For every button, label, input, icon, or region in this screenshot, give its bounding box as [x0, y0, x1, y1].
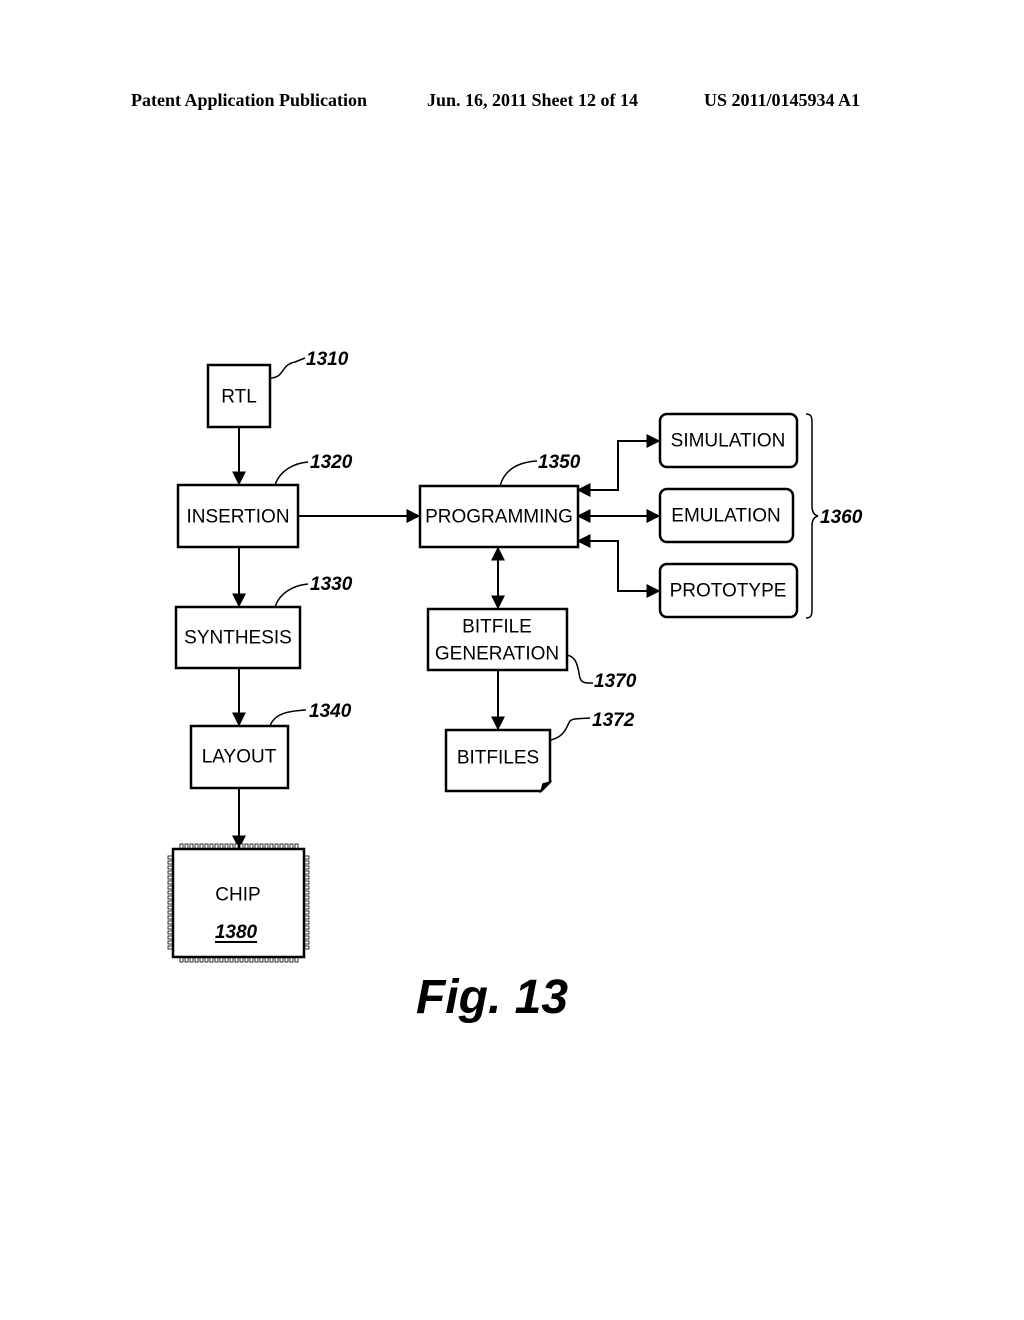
node-emulation-label: EMULATION	[671, 506, 780, 527]
ref-1370: 1370	[594, 671, 637, 692]
ref-1310: 1310	[306, 349, 349, 370]
node-layout-label: LAYOUT	[202, 747, 277, 768]
node-rtl-label: RTL	[221, 387, 257, 408]
node-synthesis-label: SYNTHESIS	[184, 628, 292, 649]
leader-1320	[274, 461, 309, 486]
node-prototype-label: PROTOTYPE	[670, 581, 787, 602]
node-rtl: RTL 1310	[206, 349, 349, 429]
ref-1350: 1350	[538, 452, 581, 473]
group-1360: 1360	[805, 413, 863, 619]
ref-1380: 1380	[215, 922, 258, 943]
node-bitfiles: BITFILES 1372	[444, 710, 635, 794]
leader-1340	[269, 709, 307, 727]
ref-1372: 1372	[592, 710, 635, 731]
flow-diagram: RTL 1310 INSERTION 1320 SYNTHESIS 1330 L…	[167, 349, 863, 1024]
node-bitfile-generation: BITFILE GENERATION 1370	[426, 607, 637, 692]
leader-1350	[499, 460, 538, 487]
ref-1320: 1320	[310, 452, 353, 473]
ref-1340: 1340	[309, 701, 352, 722]
node-simulation: SIMULATION	[658, 412, 799, 469]
node-chip-label: CHIP	[215, 885, 260, 906]
leader-1372	[550, 717, 591, 741]
node-programming-label: PROGRAMMING	[425, 507, 573, 528]
leader-1370	[566, 654, 594, 684]
node-bitfiles-label: BITFILES	[457, 748, 539, 769]
node-prototype: PROTOTYPE	[658, 562, 799, 619]
node-insertion: INSERTION 1320	[176, 452, 353, 549]
figure-caption: Fig. 13	[416, 971, 568, 1024]
brace	[805, 413, 819, 619]
edge-programming-prototype	[576, 534, 661, 598]
node-programming: PROGRAMMING 1350	[418, 452, 581, 549]
node-layout: LAYOUT 1340	[189, 701, 352, 790]
ref-1360: 1360	[820, 507, 863, 528]
node-bitfile-generation-label-1: BITFILE	[462, 617, 532, 638]
node-emulation: EMULATION	[658, 487, 795, 544]
node-insertion-label: INSERTION	[186, 507, 289, 528]
node-synthesis: SYNTHESIS 1330	[174, 574, 353, 670]
leader-1330	[274, 583, 309, 608]
node-simulation-label: SIMULATION	[671, 431, 786, 452]
leader-1310	[269, 357, 306, 379]
ref-1330: 1330	[310, 574, 353, 595]
edge-programming-simulation	[576, 434, 661, 497]
node-chip: CHIP 1380	[167, 843, 310, 963]
node-bitfile-generation-label-2: GENERATION	[435, 644, 559, 665]
